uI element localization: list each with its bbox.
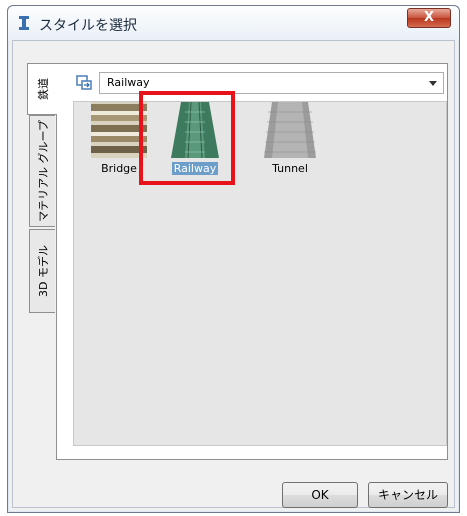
style-item-label: Bridge <box>101 162 137 175</box>
style-item-railway[interactable]: Railway <box>160 102 230 182</box>
tab-railway[interactable]: 鉄道 <box>27 63 57 115</box>
dialog-body: 鉄道 マテリアル グループ 3D モデル Railway Bridge Rail… <box>12 40 455 508</box>
category-select[interactable]: Railway <box>99 72 444 94</box>
styles-list: Bridge Railway Tunnel <box>73 101 447 446</box>
close-button[interactable]: X <box>407 8 451 28</box>
window-title: スタイルを選択 <box>39 18 137 34</box>
tab-label: 鉄道 <box>36 78 50 100</box>
style-item-bridge[interactable]: Bridge <box>84 102 154 182</box>
select-style-dialog: スタイルを選択 X 鉄道 マテリアル グループ 3D モデル Railway B… <box>7 5 460 513</box>
style-item-tunnel[interactable]: Tunnel <box>255 102 325 182</box>
tab-label: 3D モデル <box>36 245 50 297</box>
railway-texture-icon <box>171 102 219 158</box>
style-item-label: Tunnel <box>272 162 308 175</box>
category-select-value: Railway <box>107 76 150 89</box>
style-item-label: Railway <box>171 162 219 175</box>
tab-material-group[interactable]: マテリアル グループ <box>29 115 55 227</box>
tab-3d-model[interactable]: 3D モデル <box>29 229 55 313</box>
tab-label: マテリアル グループ <box>36 120 50 222</box>
bridge-texture-icon <box>91 102 147 158</box>
app-icon <box>19 16 29 30</box>
chevron-down-icon[interactable] <box>429 81 437 86</box>
cancel-button[interactable]: キャンセル <box>368 482 448 508</box>
tunnel-texture-icon <box>264 102 316 158</box>
tab-panel: Railway Bridge Railway Tunnel <box>56 63 448 460</box>
ok-button[interactable]: OK <box>282 482 358 508</box>
title-bar[interactable]: スタイルを選択 X <box>8 6 459 40</box>
close-icon: X <box>423 10 435 25</box>
browse-folder-icon[interactable] <box>76 74 92 90</box>
